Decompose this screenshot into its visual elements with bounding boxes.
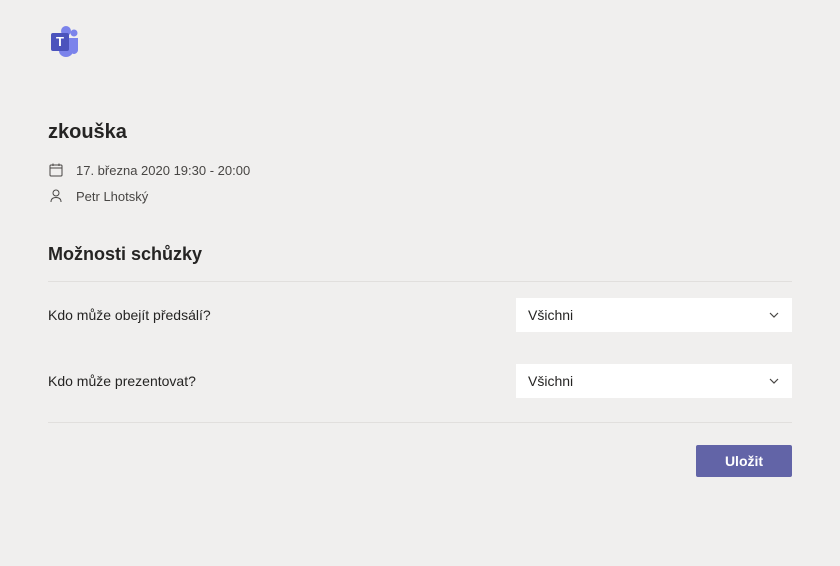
footer: Uložit: [48, 422, 792, 477]
calendar-icon: [48, 162, 64, 178]
meeting-organizer-row: Petr Lhotský: [48, 188, 792, 204]
lobby-bypass-dropdown[interactable]: Všichni: [516, 298, 792, 332]
who-can-present-row: Kdo může prezentovat? Všichni: [48, 348, 792, 414]
meeting-organizer: Petr Lhotský: [76, 189, 148, 204]
chevron-down-icon: [768, 375, 780, 387]
chevron-down-icon: [768, 309, 780, 321]
who-can-present-value: Všichni: [528, 373, 573, 389]
lobby-bypass-row: Kdo může obejít předsálí? Všichni: [48, 282, 792, 348]
meeting-datetime: 17. března 2020 19:30 - 20:00: [76, 163, 250, 178]
save-button[interactable]: Uložit: [696, 445, 792, 477]
person-icon: [48, 188, 64, 204]
meeting-info: 17. března 2020 19:30 - 20:00 Petr Lhots…: [48, 162, 792, 204]
who-can-present-dropdown[interactable]: Všichni: [516, 364, 792, 398]
lobby-bypass-label: Kdo může obejít předsálí?: [48, 307, 211, 323]
who-can-present-label: Kdo může prezentovat?: [48, 373, 196, 389]
meeting-datetime-row: 17. března 2020 19:30 - 20:00: [48, 162, 792, 178]
lobby-bypass-value: Všichni: [528, 307, 573, 323]
teams-logo: T: [48, 24, 792, 65]
meeting-title: zkouška: [48, 121, 792, 144]
svg-text:T: T: [56, 34, 64, 49]
teams-icon: T: [48, 24, 84, 60]
options-heading: Možnosti schůzky: [48, 244, 792, 265]
